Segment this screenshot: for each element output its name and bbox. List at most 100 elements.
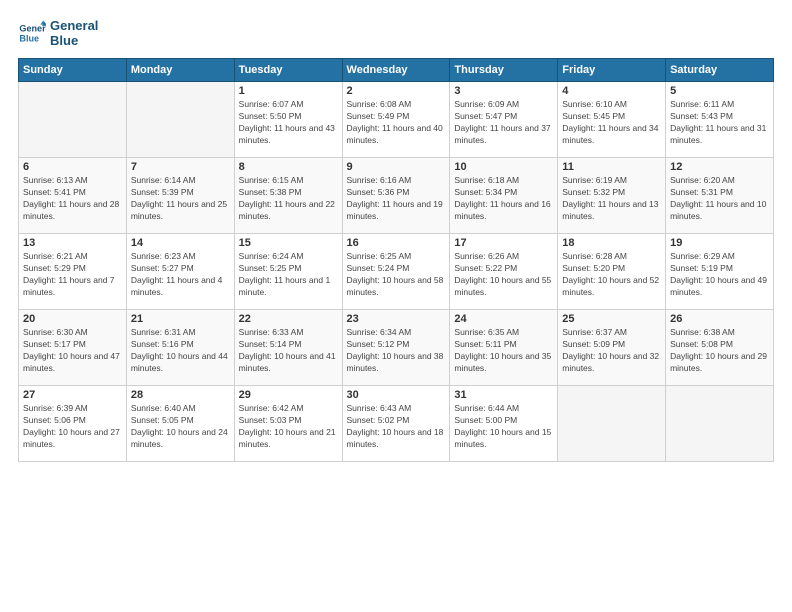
day-detail: Sunrise: 6:33 AMSunset: 5:14 PMDaylight:… bbox=[239, 327, 338, 375]
calendar-cell bbox=[19, 82, 127, 158]
day-detail: Sunrise: 6:21 AMSunset: 5:29 PMDaylight:… bbox=[23, 251, 122, 299]
day-detail: Sunrise: 6:39 AMSunset: 5:06 PMDaylight:… bbox=[23, 403, 122, 451]
calendar-cell: 25 Sunrise: 6:37 AMSunset: 5:09 PMDayligh… bbox=[558, 310, 666, 386]
calendar-cell: 12 Sunrise: 6:20 AMSunset: 5:31 PMDayligh… bbox=[666, 158, 774, 234]
calendar-header-cell: Saturday bbox=[666, 59, 774, 82]
calendar-cell: 23 Sunrise: 6:34 AMSunset: 5:12 PMDayligh… bbox=[342, 310, 450, 386]
day-number: 24 bbox=[454, 313, 553, 325]
day-detail: Sunrise: 6:19 AMSunset: 5:32 PMDaylight:… bbox=[562, 175, 661, 223]
calendar-cell bbox=[666, 386, 774, 462]
day-detail: Sunrise: 6:38 AMSunset: 5:08 PMDaylight:… bbox=[670, 327, 769, 375]
day-number: 5 bbox=[670, 85, 769, 97]
calendar-week-row: 1 Sunrise: 6:07 AMSunset: 5:50 PMDaylight… bbox=[19, 82, 774, 158]
day-number: 6 bbox=[23, 161, 122, 173]
svg-text:General: General bbox=[19, 24, 46, 34]
logo-icon: General Blue bbox=[18, 19, 46, 47]
day-number: 15 bbox=[239, 237, 338, 249]
day-detail: Sunrise: 6:28 AMSunset: 5:20 PMDaylight:… bbox=[562, 251, 661, 299]
calendar-cell: 6Sunrise: 6:13 AMSunset: 5:41 PMDaylight… bbox=[19, 158, 127, 234]
page-container: General Blue GeneralBlue SundayMondayTue… bbox=[0, 0, 792, 612]
day-number: 4 bbox=[562, 85, 661, 97]
day-number: 22 bbox=[239, 313, 338, 325]
day-detail: Sunrise: 6:30 AMSunset: 5:17 PMDaylight:… bbox=[23, 327, 122, 375]
calendar-cell: 11 Sunrise: 6:19 AMSunset: 5:32 PMDayligh… bbox=[558, 158, 666, 234]
calendar-week-row: 27 Sunrise: 6:39 AMSunset: 5:06 PMDayligh… bbox=[19, 386, 774, 462]
day-detail: Sunrise: 6:40 AMSunset: 5:05 PMDaylight:… bbox=[131, 403, 230, 451]
day-detail: Sunrise: 6:08 AMSunset: 5:49 PMDaylight:… bbox=[347, 99, 446, 147]
day-number: 8 bbox=[239, 161, 338, 173]
calendar-cell: 8 Sunrise: 6:15 AMSunset: 5:38 PMDaylight… bbox=[234, 158, 342, 234]
calendar-cell: 13 Sunrise: 6:21 AMSunset: 5:29 PMDayligh… bbox=[19, 234, 127, 310]
calendar-cell bbox=[126, 82, 234, 158]
calendar-header-cell: Thursday bbox=[450, 59, 558, 82]
calendar-cell: 16 Sunrise: 6:25 AMSunset: 5:24 PMDayligh… bbox=[342, 234, 450, 310]
calendar-cell: 19Sunrise: 6:29 AMSunset: 5:19 PMDayligh… bbox=[666, 234, 774, 310]
calendar-cell: 10 Sunrise: 6:18 AMSunset: 5:34 PMDayligh… bbox=[450, 158, 558, 234]
day-detail: Sunrise: 6:42 AMSunset: 5:03 PMDaylight:… bbox=[239, 403, 338, 451]
day-detail: Sunrise: 6:25 AMSunset: 5:24 PMDaylight:… bbox=[347, 251, 446, 299]
day-detail: Sunrise: 6:18 AMSunset: 5:34 PMDaylight:… bbox=[454, 175, 553, 223]
day-detail: Sunrise: 6:37 AMSunset: 5:09 PMDaylight:… bbox=[562, 327, 661, 375]
day-detail: Sunrise: 6:35 AMSunset: 5:11 PMDaylight:… bbox=[454, 327, 553, 375]
calendar-cell: 26 Sunrise: 6:38 AMSunset: 5:08 PMDayligh… bbox=[666, 310, 774, 386]
calendar-cell: 28Sunrise: 6:40 AMSunset: 5:05 PMDayligh… bbox=[126, 386, 234, 462]
day-detail: Sunrise: 6:15 AMSunset: 5:38 PMDaylight:… bbox=[239, 175, 338, 223]
logo-text: GeneralBlue bbox=[50, 18, 98, 48]
calendar-cell: 18Sunrise: 6:28 AMSunset: 5:20 PMDayligh… bbox=[558, 234, 666, 310]
day-number: 1 bbox=[239, 85, 338, 97]
calendar-cell: 9 Sunrise: 6:16 AMSunset: 5:36 PMDaylight… bbox=[342, 158, 450, 234]
calendar-cell: 2 Sunrise: 6:08 AMSunset: 5:49 PMDaylight… bbox=[342, 82, 450, 158]
day-number: 11 bbox=[562, 161, 661, 173]
day-number: 10 bbox=[454, 161, 553, 173]
day-detail: Sunrise: 6:24 AMSunset: 5:25 PMDaylight:… bbox=[239, 251, 338, 299]
calendar-cell: 21 Sunrise: 6:31 AMSunset: 5:16 PMDayligh… bbox=[126, 310, 234, 386]
calendar-week-row: 6Sunrise: 6:13 AMSunset: 5:41 PMDaylight… bbox=[19, 158, 774, 234]
day-number: 21 bbox=[131, 313, 230, 325]
day-number: 29 bbox=[239, 389, 338, 401]
calendar-cell: 31 Sunrise: 6:44 AMSunset: 5:00 PMDayligh… bbox=[450, 386, 558, 462]
logo: General Blue GeneralBlue bbox=[18, 18, 98, 48]
calendar-header-cell: Sunday bbox=[19, 59, 127, 82]
day-number: 31 bbox=[454, 389, 553, 401]
day-detail: Sunrise: 6:23 AMSunset: 5:27 PMDaylight:… bbox=[131, 251, 230, 299]
calendar-cell: 20Sunrise: 6:30 AMSunset: 5:17 PMDayligh… bbox=[19, 310, 127, 386]
day-number: 14 bbox=[131, 237, 230, 249]
calendar-week-row: 13 Sunrise: 6:21 AMSunset: 5:29 PMDayligh… bbox=[19, 234, 774, 310]
calendar-cell: 3Sunrise: 6:09 AMSunset: 5:47 PMDaylight… bbox=[450, 82, 558, 158]
day-number: 13 bbox=[23, 237, 122, 249]
day-detail: Sunrise: 6:09 AMSunset: 5:47 PMDaylight:… bbox=[454, 99, 553, 147]
day-number: 26 bbox=[670, 313, 769, 325]
day-detail: Sunrise: 6:31 AMSunset: 5:16 PMDaylight:… bbox=[131, 327, 230, 375]
day-number: 12 bbox=[670, 161, 769, 173]
day-detail: Sunrise: 6:20 AMSunset: 5:31 PMDaylight:… bbox=[670, 175, 769, 223]
calendar-cell: 14 Sunrise: 6:23 AMSunset: 5:27 PMDayligh… bbox=[126, 234, 234, 310]
calendar-cell: 5Sunrise: 6:11 AMSunset: 5:43 PMDaylight… bbox=[666, 82, 774, 158]
day-number: 27 bbox=[23, 389, 122, 401]
calendar-cell: 15 Sunrise: 6:24 AMSunset: 5:25 PMDayligh… bbox=[234, 234, 342, 310]
calendar-cell: 30Sunrise: 6:43 AMSunset: 5:02 PMDayligh… bbox=[342, 386, 450, 462]
day-detail: Sunrise: 6:34 AMSunset: 5:12 PMDaylight:… bbox=[347, 327, 446, 375]
day-number: 16 bbox=[347, 237, 446, 249]
day-detail: Sunrise: 6:16 AMSunset: 5:36 PMDaylight:… bbox=[347, 175, 446, 223]
svg-text:Blue: Blue bbox=[19, 33, 39, 43]
day-number: 9 bbox=[347, 161, 446, 173]
header: General Blue GeneralBlue bbox=[18, 18, 774, 48]
calendar-body: 1 Sunrise: 6:07 AMSunset: 5:50 PMDaylight… bbox=[19, 82, 774, 462]
calendar-cell: 17Sunrise: 6:26 AMSunset: 5:22 PMDayligh… bbox=[450, 234, 558, 310]
day-detail: Sunrise: 6:44 AMSunset: 5:00 PMDaylight:… bbox=[454, 403, 553, 451]
day-detail: Sunrise: 6:10 AMSunset: 5:45 PMDaylight:… bbox=[562, 99, 661, 147]
calendar-cell bbox=[558, 386, 666, 462]
day-detail: Sunrise: 6:07 AMSunset: 5:50 PMDaylight:… bbox=[239, 99, 338, 147]
calendar-cell: 1 Sunrise: 6:07 AMSunset: 5:50 PMDaylight… bbox=[234, 82, 342, 158]
day-detail: Sunrise: 6:14 AMSunset: 5:39 PMDaylight:… bbox=[131, 175, 230, 223]
day-number: 23 bbox=[347, 313, 446, 325]
calendar-header-cell: Tuesday bbox=[234, 59, 342, 82]
calendar: SundayMondayTuesdayWednesdayThursdayFrid… bbox=[18, 58, 774, 462]
calendar-cell: 7Sunrise: 6:14 AMSunset: 5:39 PMDaylight… bbox=[126, 158, 234, 234]
calendar-cell: 27 Sunrise: 6:39 AMSunset: 5:06 PMDayligh… bbox=[19, 386, 127, 462]
calendar-week-row: 20Sunrise: 6:30 AMSunset: 5:17 PMDayligh… bbox=[19, 310, 774, 386]
day-number: 2 bbox=[347, 85, 446, 97]
day-detail: Sunrise: 6:26 AMSunset: 5:22 PMDaylight:… bbox=[454, 251, 553, 299]
calendar-cell: 22 Sunrise: 6:33 AMSunset: 5:14 PMDayligh… bbox=[234, 310, 342, 386]
day-number: 25 bbox=[562, 313, 661, 325]
